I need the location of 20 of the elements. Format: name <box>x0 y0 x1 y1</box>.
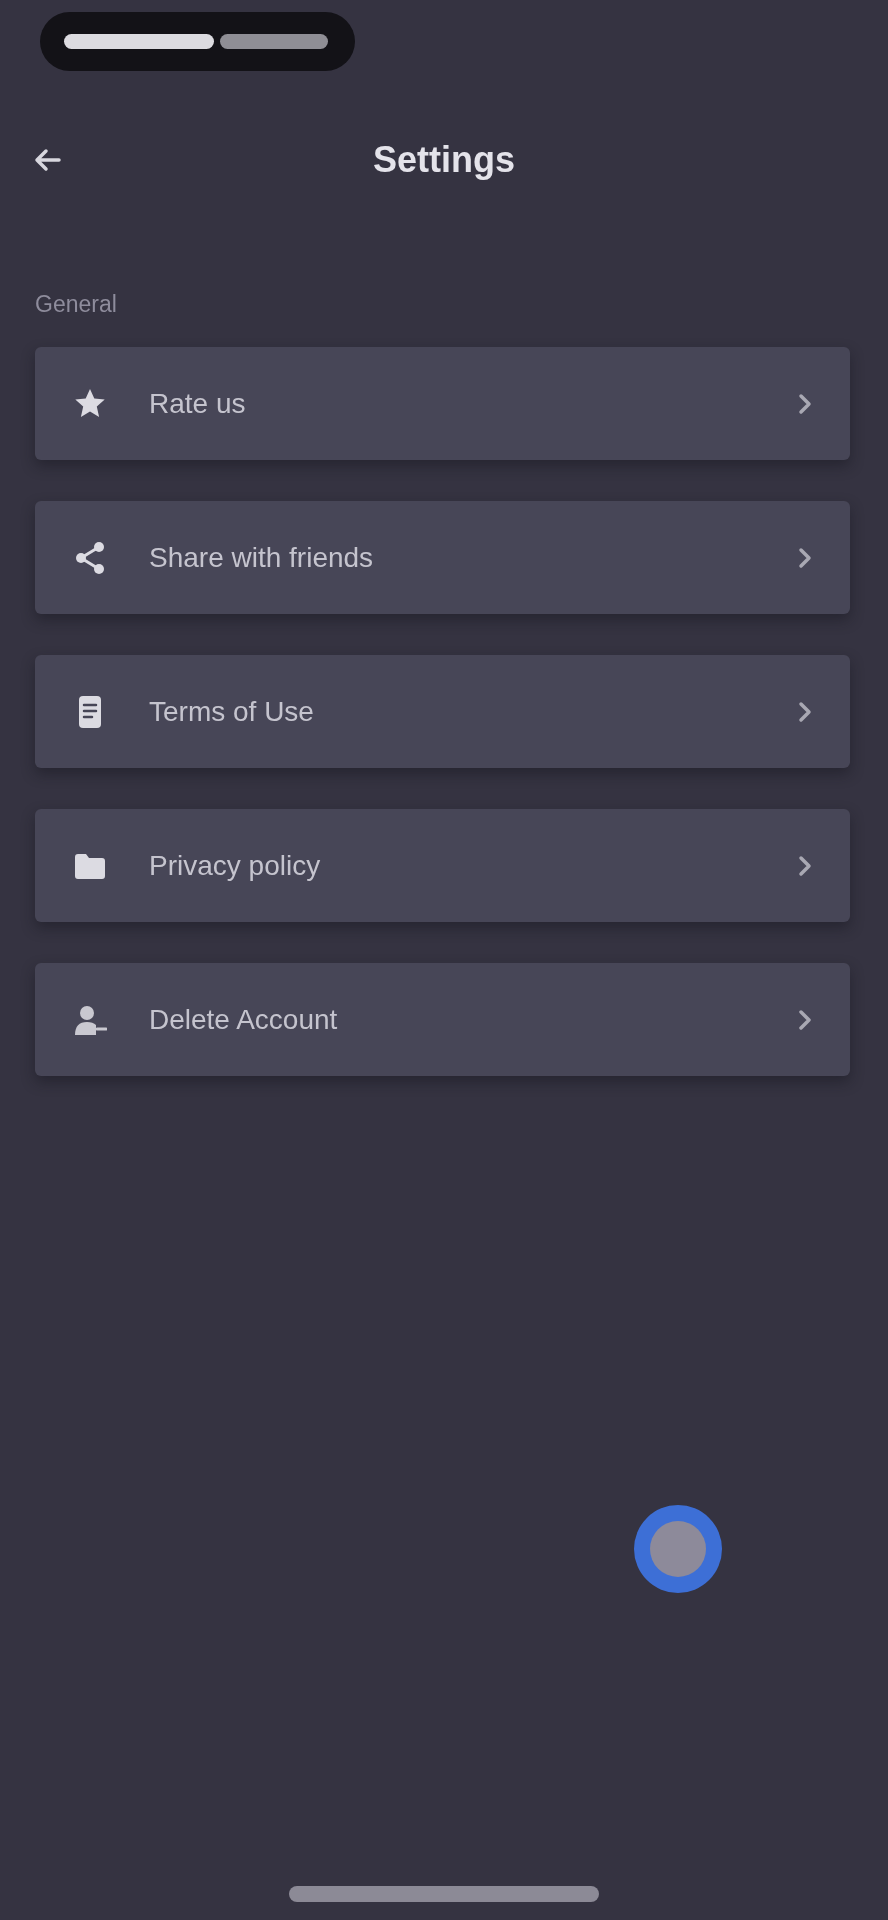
settings-item[interactable]: Privacy policy <box>35 809 850 922</box>
share-icon <box>73 540 107 575</box>
chevron-right-icon <box>798 854 812 877</box>
chevron-right-icon <box>798 1008 812 1031</box>
back-button[interactable] <box>33 148 61 172</box>
chevron-right-icon <box>798 700 812 723</box>
settings-item[interactable]: Terms of Use <box>35 655 850 768</box>
chevron-right-icon <box>798 392 812 415</box>
item-label: Share with friends <box>149 541 375 574</box>
section-label: General <box>35 290 118 318</box>
item-label: Rate us <box>149 387 247 420</box>
settings-item[interactable]: Delete Account <box>35 963 850 1076</box>
item-label: Privacy policy <box>149 849 322 882</box>
settings-item[interactable]: Share with friends <box>35 501 850 614</box>
back-arrow-icon <box>33 148 61 172</box>
settings-item[interactable]: Rate us <box>35 347 850 460</box>
item-label: Delete Account <box>149 1003 339 1036</box>
item-label: Terms of Use <box>149 695 315 728</box>
page-title: Settings <box>372 139 516 181</box>
chevron-right-icon <box>798 546 812 569</box>
